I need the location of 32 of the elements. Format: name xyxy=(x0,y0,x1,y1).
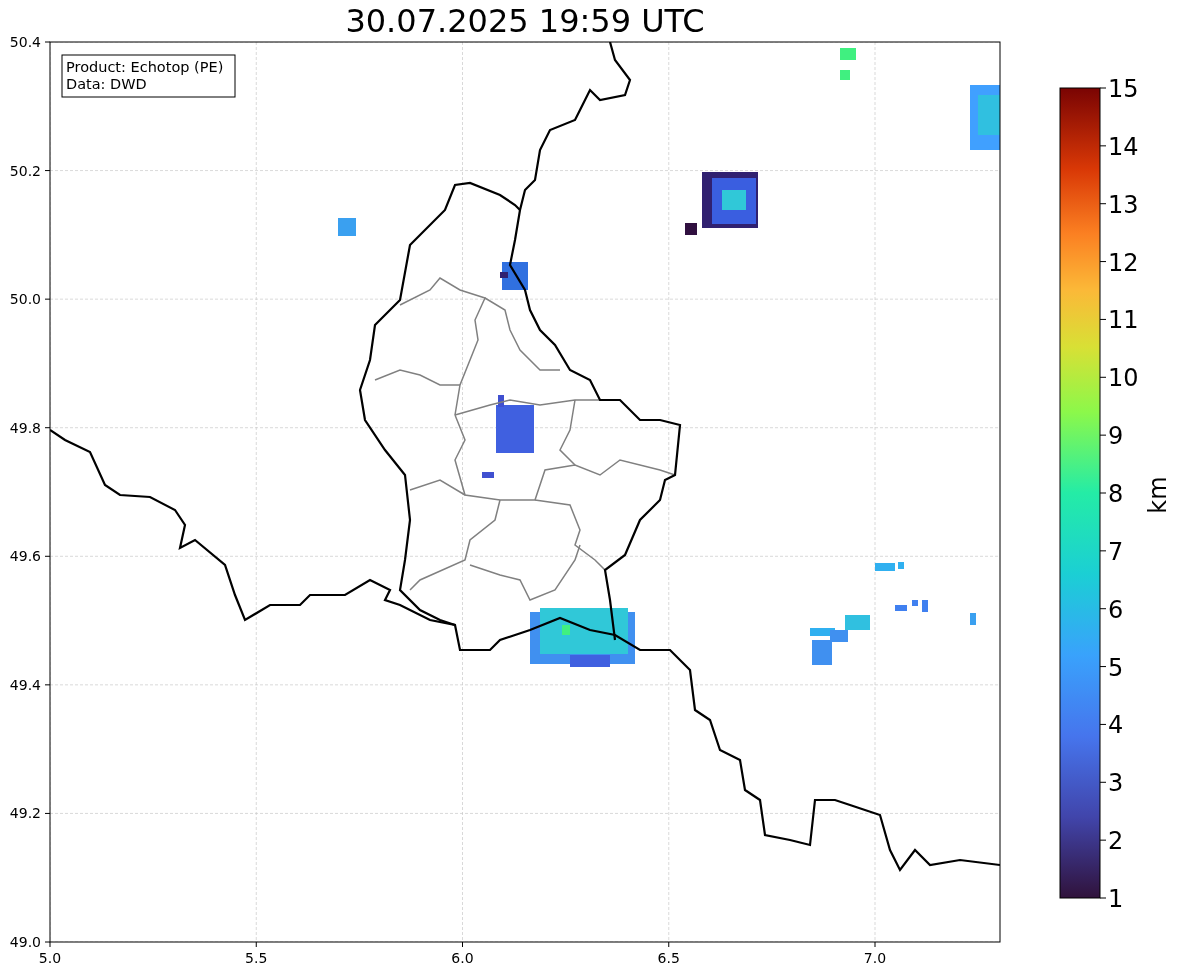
colorbar-tick-label: 4 xyxy=(1108,711,1124,740)
chart-title: 30.07.2025 19:59 UTC xyxy=(345,5,705,37)
axis-tick-label: 49.8 xyxy=(9,419,41,436)
axis-tick-label: 50.2 xyxy=(9,162,41,179)
axis-tick-label: 6.5 xyxy=(657,950,680,966)
axis-tick-label: 50.4 xyxy=(9,34,41,50)
axis-tick-label: 7.0 xyxy=(863,950,887,966)
axis-tick-label: 5.5 xyxy=(245,950,268,966)
colorbar-tick-label: 10 xyxy=(1108,364,1139,393)
colorbar-tick-label: 11 xyxy=(1108,306,1139,335)
colorbar-tick-label: 15 xyxy=(1108,75,1139,103)
axis-tick-label: 49.6 xyxy=(9,548,41,565)
colorbar-tick-label: 3 xyxy=(1108,769,1124,798)
axis-tick-label: 49.4 xyxy=(9,676,41,693)
axis-tick-label: 5.0 xyxy=(38,950,62,966)
colorbar-tick-label: 13 xyxy=(1108,190,1139,219)
info-text: Data: DWD xyxy=(66,76,147,92)
colorbar-tick-label: 8 xyxy=(1108,480,1124,508)
colorbar-tick-label: 5 xyxy=(1108,653,1124,682)
colorbar-tick-label: 1 xyxy=(1108,885,1124,913)
axis-tick-label: 50.0 xyxy=(9,291,41,308)
colorbar-tick-label: 12 xyxy=(1108,248,1139,277)
colorbar-tick-label: 7 xyxy=(1108,537,1124,566)
colorbar-tick-label: 9 xyxy=(1108,422,1124,451)
axis-tick-label: 49.2 xyxy=(9,805,41,822)
colorbar-tick-label: 6 xyxy=(1108,595,1124,624)
colorbar-tick-label: 2 xyxy=(1108,827,1124,856)
axis-tick-label: 49.0 xyxy=(9,934,41,950)
info-text: Product: Echotop (PE) xyxy=(66,59,224,75)
colorbar-tick-label: 14 xyxy=(1108,132,1139,161)
axis-tick-label: 6.0 xyxy=(451,950,474,966)
colorbar-label: km xyxy=(1144,476,1172,514)
